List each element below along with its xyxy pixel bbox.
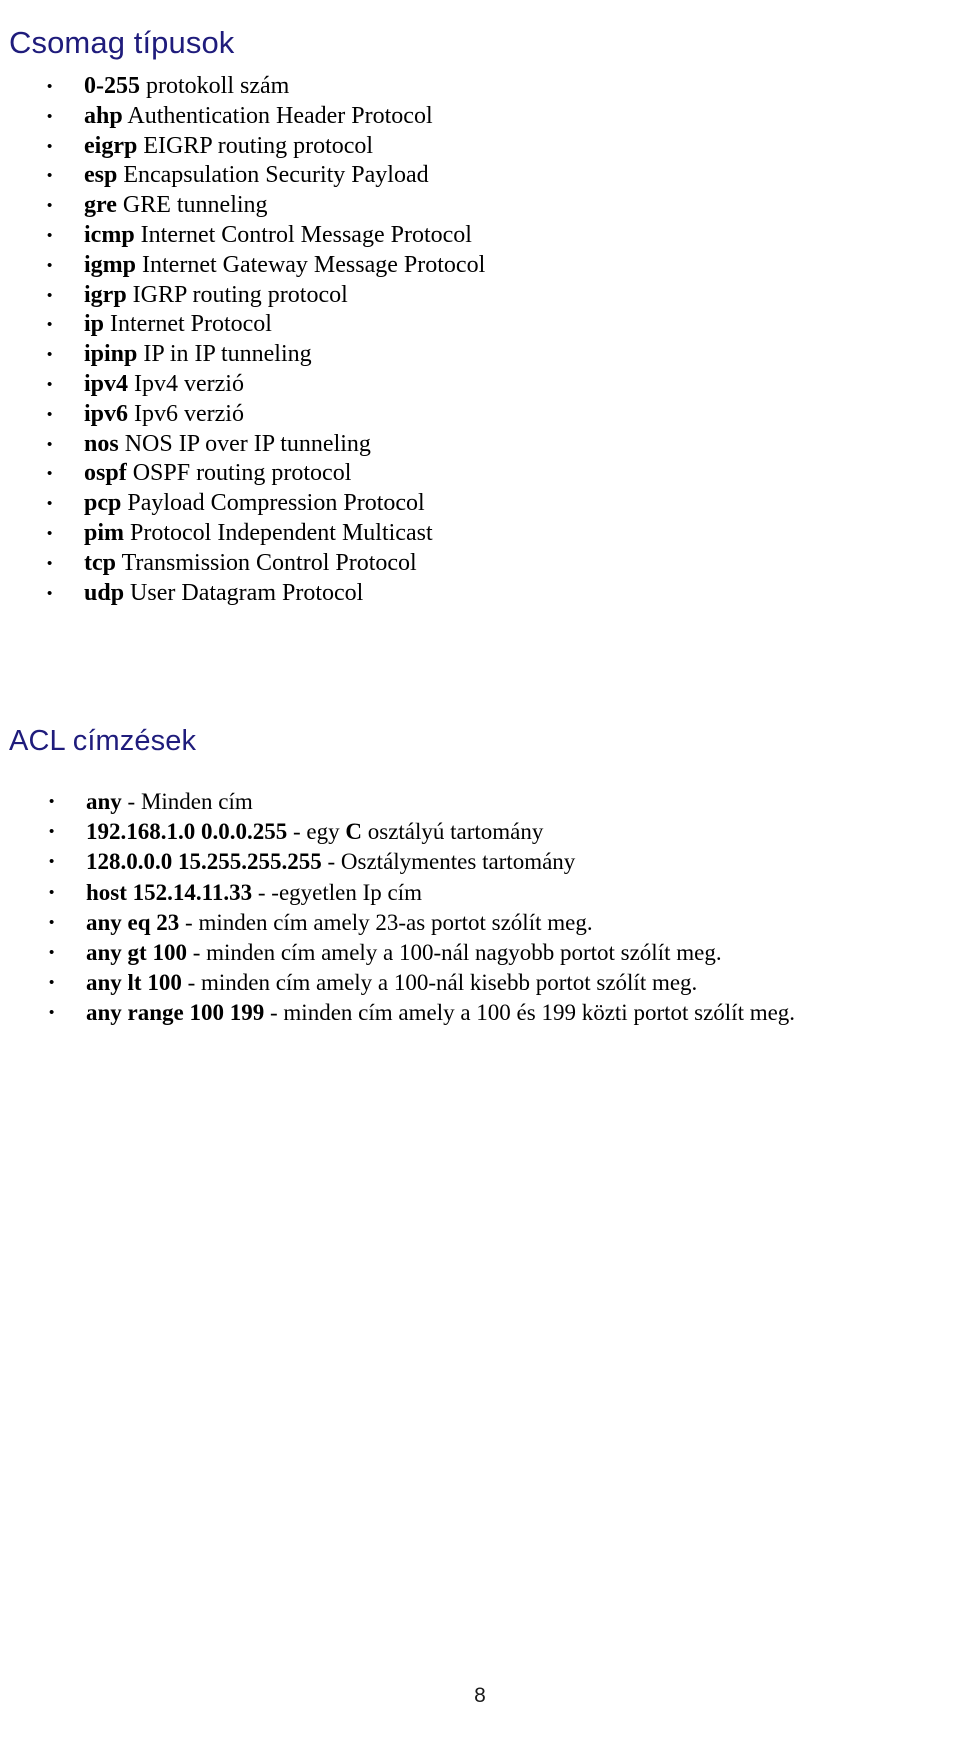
- protocol-description: Internet Protocol: [104, 311, 272, 338]
- protocol-item: ipinp IP in IP tunneling: [0, 340, 900, 370]
- protocol-item: icmp Internet Control Message Protocol: [0, 221, 900, 251]
- acl-item: any eq 23 - minden cím amely 23-as porto…: [0, 908, 940, 938]
- acl-item: 192.168.1.0 0.0.0.255 - egy C osztályú t…: [0, 817, 940, 847]
- acl-description: - minden cím amely 23-as portot szólít m…: [179, 909, 593, 935]
- protocol-keyword: ipv6: [84, 400, 129, 427]
- protocol-description: Internet Gateway Message Protocol: [136, 251, 486, 278]
- protocol-item: ip Internet Protocol: [0, 310, 900, 340]
- acl-description: - egy: [287, 819, 346, 845]
- protocol-description: protokoll szám: [140, 73, 290, 99]
- acl-keyword: any eq 23: [86, 909, 180, 935]
- protocol-keyword: ipv4: [84, 370, 129, 397]
- acl-addressing-list: any - Minden cím192.168.1.0 0.0.0.255 - …: [0, 787, 940, 1029]
- acl-description: - minden cím amely a 100 és 199 közti po…: [264, 1000, 796, 1026]
- protocol-keyword: igmp: [84, 251, 137, 278]
- protocol-keyword: gre: [84, 192, 117, 219]
- protocol-item: ahp Authentication Header Protocol: [0, 102, 900, 132]
- protocol-item: igmp Internet Gateway Message Protocol: [0, 251, 900, 281]
- protocol-description: Payload Compression Protocol: [121, 490, 425, 517]
- acl-description: - minden cím amely a 100-nál kisebb port…: [181, 970, 698, 996]
- protocol-item: ipv6 Ipv6 verzió: [0, 400, 900, 430]
- acl-keyword: host 152.14.11.33: [86, 879, 253, 905]
- acl-description-tail: osztályú tartomány: [362, 819, 544, 845]
- acl-item: any - Minden cím: [0, 787, 940, 817]
- protocol-description: Ipv6 verzió: [128, 400, 244, 427]
- protocol-description: Ipv4 verzió: [128, 370, 244, 397]
- protocol-keyword: igrp: [84, 281, 127, 308]
- acl-item: any lt 100 - minden cím amely a 100-nál …: [0, 968, 940, 998]
- protocol-description: OSPF routing protocol: [126, 460, 352, 487]
- protocol-description: IGRP routing protocol: [126, 281, 348, 308]
- protocol-description: User Datagram Protocol: [124, 579, 364, 606]
- protocol-description: NOS IP over IP tunneling: [118, 430, 371, 457]
- protocol-types-list: 0-255 protokoll számahp Authentication H…: [0, 72, 900, 608]
- acl-item: host 152.14.11.33 - -egyetlen Ip cím: [0, 878, 940, 908]
- acl-keyword: any range 100 199: [86, 1000, 265, 1026]
- acl-description: - Osztálymentes tartomány: [321, 849, 576, 875]
- protocol-item: pcp Payload Compression Protocol: [0, 489, 900, 519]
- protocol-item: ospf OSPF routing protocol: [0, 459, 900, 489]
- protocol-keyword: 0-255: [84, 73, 140, 99]
- protocol-item: pim Protocol Independent Multicast: [0, 519, 900, 549]
- protocol-keyword: esp: [84, 162, 118, 189]
- document-page: Csomag típusok 0-255 protokoll számahp A…: [0, 0, 960, 1741]
- acl-item: any gt 100 - minden cím amely a 100-nál …: [0, 938, 940, 968]
- protocol-description: EIGRP routing protocol: [137, 132, 374, 159]
- protocol-item: 0-255 protokoll szám: [0, 72, 900, 102]
- protocol-item: udp User Datagram Protocol: [0, 579, 900, 609]
- acl-keyword: 192.168.1.0 0.0.0.255: [86, 819, 288, 845]
- protocol-keyword: icmp: [84, 221, 135, 248]
- protocol-description: Protocol Independent Multicast: [124, 519, 433, 546]
- page-number: 8: [474, 1684, 486, 1707]
- acl-keyword: any: [86, 789, 122, 814]
- protocol-keyword: pcp: [84, 490, 122, 517]
- section-heading-acl-addressing: ACL címzések: [9, 725, 197, 758]
- protocol-description: GRE tunneling: [116, 192, 268, 219]
- protocol-keyword: ip: [84, 311, 105, 338]
- acl-item: 128.0.0.0 15.255.255.255 - Osztálymentes…: [0, 847, 940, 877]
- protocol-description: Internet Control Message Protocol: [134, 221, 472, 248]
- protocol-keyword: ipinp: [84, 341, 138, 368]
- protocol-keyword: ospf: [84, 460, 127, 487]
- protocol-item: ipv4 Ipv4 verzió: [0, 370, 900, 400]
- acl-keyword: any gt 100: [86, 940, 187, 966]
- acl-keyword: any lt 100: [86, 970, 182, 996]
- protocol-keyword: udp: [84, 579, 125, 606]
- protocol-keyword: nos: [84, 430, 119, 457]
- protocol-description: Authentication Header Protocol: [122, 102, 433, 129]
- protocol-item: eigrp EIGRP routing protocol: [0, 132, 900, 162]
- page-title: Csomag típusok: [9, 24, 235, 60]
- protocol-description: Transmission Control Protocol: [116, 549, 417, 576]
- protocol-keyword: pim: [84, 519, 125, 546]
- protocol-item: nos NOS IP over IP tunneling: [0, 430, 900, 460]
- protocol-keyword: eigrp: [84, 132, 138, 159]
- acl-emphasis: C: [345, 819, 362, 845]
- acl-keyword: 128.0.0.0 15.255.255.255: [86, 849, 322, 875]
- acl-item: any range 100 199 - minden cím amely a 1…: [0, 998, 940, 1028]
- acl-description: - Minden cím: [121, 789, 253, 814]
- protocol-item: tcp Transmission Control Protocol: [0, 549, 900, 579]
- protocol-keyword: ahp: [84, 102, 123, 129]
- acl-description: - minden cím amely a 100-nál nagyobb por…: [186, 940, 722, 966]
- protocol-keyword: tcp: [84, 549, 116, 576]
- protocol-description: Encapsulation Security Payload: [117, 162, 429, 189]
- protocol-item: igrp IGRP routing protocol: [0, 281, 900, 311]
- acl-description: - -egyetlen Ip cím: [252, 879, 423, 905]
- protocol-description: IP in IP tunneling: [137, 341, 312, 368]
- protocol-item: gre GRE tunneling: [0, 191, 900, 221]
- protocol-item: esp Encapsulation Security Payload: [0, 161, 900, 191]
